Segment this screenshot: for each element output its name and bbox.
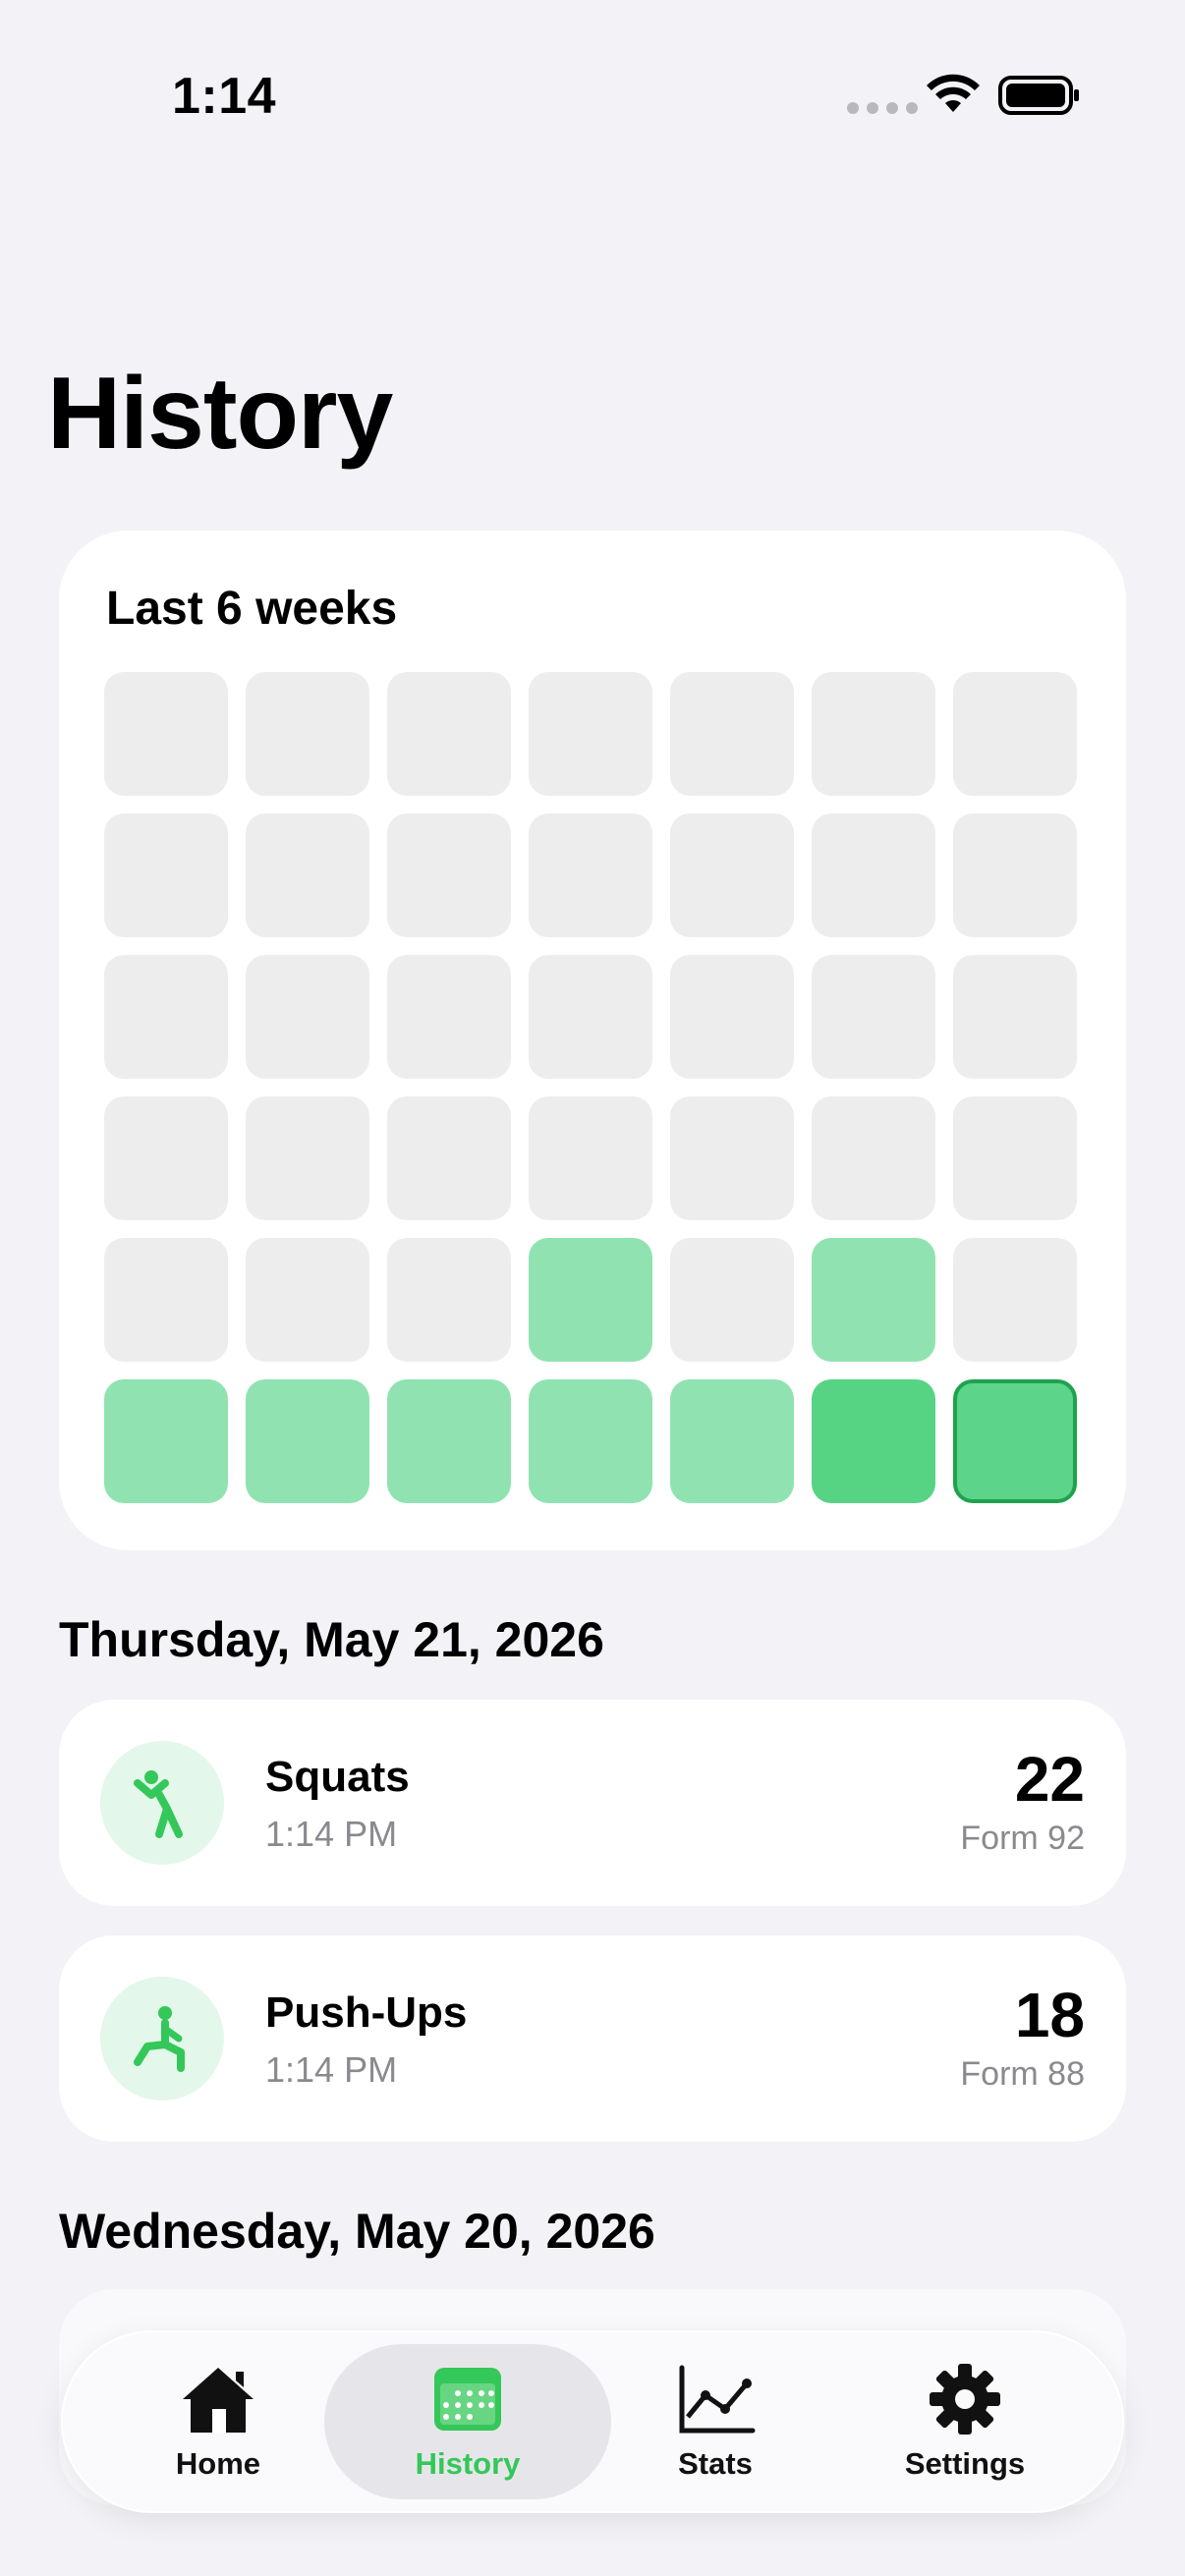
tab-settings[interactable]: Settings xyxy=(837,2330,1093,2513)
heatmap-cell[interactable] xyxy=(670,1238,794,1362)
house-icon xyxy=(183,2368,254,2433)
heatmap-cell[interactable] xyxy=(953,1096,1077,1220)
heatmap-cell[interactable] xyxy=(387,672,511,796)
tab-label: History xyxy=(415,2446,521,2481)
heatmap-cell[interactable] xyxy=(387,1238,511,1362)
heatmap-cell[interactable] xyxy=(953,955,1077,1079)
heatmap-cell[interactable] xyxy=(387,955,511,1079)
day-header: Thursday, May 21, 2026 xyxy=(59,1612,604,1667)
session-form-score: Form 88 xyxy=(960,2055,1085,2093)
session-time: 1:14 PM xyxy=(265,1814,398,1854)
heatmap-cell[interactable] xyxy=(246,1238,369,1362)
heatmap-cell[interactable] xyxy=(953,1238,1077,1362)
heatmap-cell[interactable] xyxy=(387,813,511,937)
heatmap-cell[interactable] xyxy=(812,1379,935,1503)
heatmap-cell[interactable] xyxy=(246,955,369,1079)
heatmap-cell[interactable] xyxy=(529,672,652,796)
tab-history[interactable]: History xyxy=(324,2330,611,2513)
cellular-signal-icon xyxy=(847,102,918,114)
session-form-score: Form 92 xyxy=(960,1820,1085,1857)
heatmap-cell[interactable] xyxy=(104,1238,228,1362)
heatmap-cell[interactable] xyxy=(812,955,935,1079)
line-chart-icon xyxy=(679,2365,756,2434)
tab-home[interactable]: Home xyxy=(90,2330,346,2513)
session-rep-count: 22 xyxy=(1014,1744,1085,1815)
tab-stats[interactable]: Stats xyxy=(588,2330,843,2513)
heatmap-cell[interactable] xyxy=(812,1096,935,1220)
heatmap-cell[interactable] xyxy=(670,1096,794,1220)
lunge-figure-icon xyxy=(100,1977,224,2100)
tab-bar: Home History Stats Settings xyxy=(61,2330,1124,2513)
session-card[interactable]: Squats 1:14 PM 22 Form 92 xyxy=(59,1700,1126,1906)
heatmap-cell[interactable] xyxy=(529,1379,652,1503)
page-title: History xyxy=(47,357,393,471)
heatmap-cell[interactable] xyxy=(953,813,1077,937)
status-time: 1:14 xyxy=(172,68,277,125)
heatmap-cell[interactable] xyxy=(529,1096,652,1220)
heatmap-cell[interactable] xyxy=(670,955,794,1079)
heatmap-cell[interactable] xyxy=(387,1379,511,1503)
heatmap-cell[interactable] xyxy=(529,1238,652,1362)
battery-icon xyxy=(998,76,1079,115)
heatmap-cell[interactable] xyxy=(104,672,228,796)
session-rep-count: 18 xyxy=(1014,1980,1085,2050)
wifi-icon xyxy=(927,74,980,112)
calendar-icon xyxy=(434,2368,501,2431)
heatmap-cell-today[interactable] xyxy=(953,1379,1077,1503)
session-name: Push-Ups xyxy=(265,1988,468,2037)
heatmap-cell[interactable] xyxy=(246,1379,369,1503)
stretch-figure-icon xyxy=(100,1741,224,1865)
heatmap-cell[interactable] xyxy=(670,672,794,796)
heatmap-cell[interactable] xyxy=(670,813,794,937)
tab-label: Settings xyxy=(904,2446,1026,2481)
status-bar: 1:14 xyxy=(0,0,1185,196)
heatmap-cell[interactable] xyxy=(387,1096,511,1220)
heatmap-title: Last 6 weeks xyxy=(106,583,398,635)
heatmap-cell[interactable] xyxy=(104,955,228,1079)
heatmap-cell[interactable] xyxy=(670,1379,794,1503)
heatmap-cell[interactable] xyxy=(246,672,369,796)
heatmap-grid xyxy=(104,672,1077,1503)
tab-label: Home xyxy=(175,2446,261,2481)
heatmap-cell[interactable] xyxy=(812,813,935,937)
heatmap-cell[interactable] xyxy=(953,672,1077,796)
session-name: Squats xyxy=(265,1753,410,1801)
gear-icon xyxy=(930,2364,1000,2435)
tab-label: Stats xyxy=(678,2446,753,2481)
heatmap-cell[interactable] xyxy=(104,1379,228,1503)
heatmap-cell[interactable] xyxy=(529,813,652,937)
heatmap-cell[interactable] xyxy=(529,955,652,1079)
activity-heatmap-card: Last 6 weeks xyxy=(59,531,1126,1550)
heatmap-cell[interactable] xyxy=(812,672,935,796)
heatmap-cell[interactable] xyxy=(812,1238,935,1362)
session-time: 1:14 PM xyxy=(265,2049,398,2090)
session-card[interactable]: Push-Ups 1:14 PM 18 Form 88 xyxy=(59,1935,1126,2142)
heatmap-cell[interactable] xyxy=(104,813,228,937)
day-header: Wednesday, May 20, 2026 xyxy=(59,2204,655,2259)
heatmap-cell[interactable] xyxy=(246,813,369,937)
heatmap-cell[interactable] xyxy=(104,1096,228,1220)
heatmap-cell[interactable] xyxy=(246,1096,369,1220)
